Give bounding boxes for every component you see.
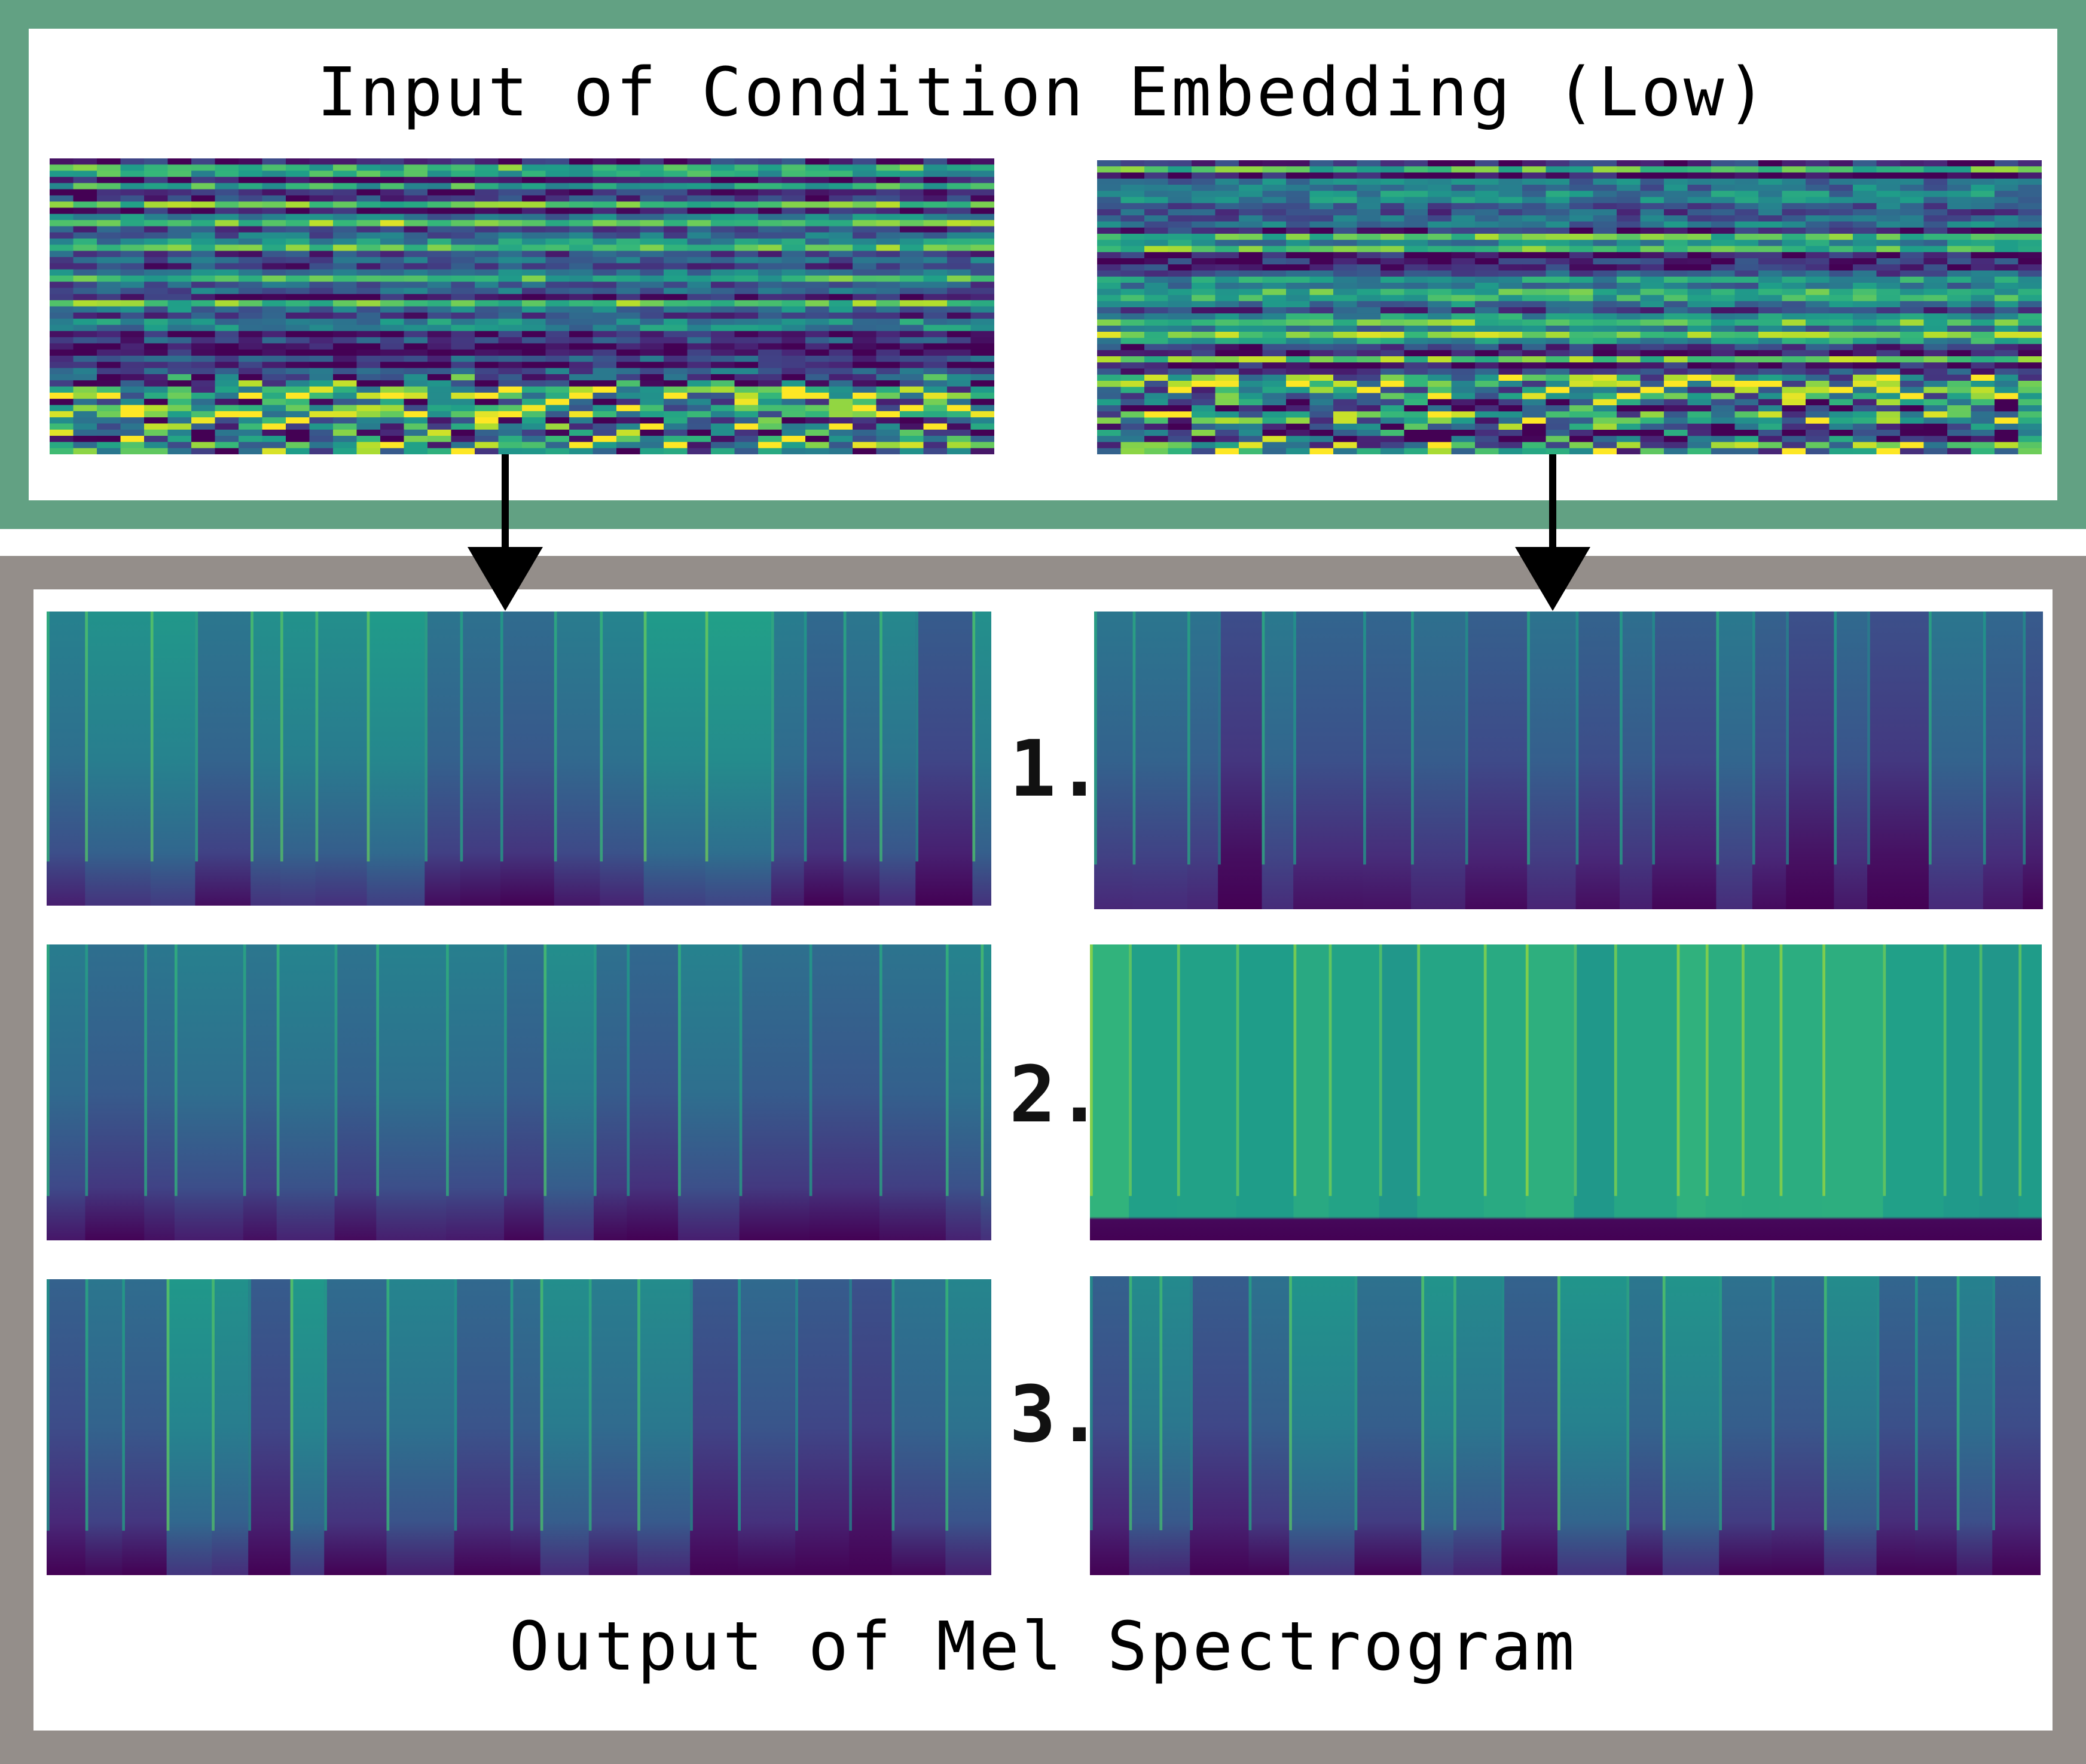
input-panel-title: Input of Condition Embedding (Low) xyxy=(317,54,1769,132)
condition-embedding-right xyxy=(1097,160,2042,454)
mel-spectrogram-2-right xyxy=(1090,944,2042,1240)
mel-spectrogram-2-left xyxy=(47,944,991,1240)
row-label-2: 2. xyxy=(1009,1049,1103,1140)
row-label-1: 1. xyxy=(1009,723,1103,814)
mel-spectrogram-3-left xyxy=(47,1279,991,1575)
row-label-3: 3. xyxy=(1009,1369,1103,1460)
mel-spectrogram-3-right xyxy=(1090,1276,2041,1575)
mel-spectrogram-1-left xyxy=(47,612,991,906)
mel-spectrogram-1-right xyxy=(1094,612,2043,909)
output-panel-title: Output of Mel Spectrogram xyxy=(509,1608,1577,1686)
condition-embedding-left xyxy=(50,158,994,454)
